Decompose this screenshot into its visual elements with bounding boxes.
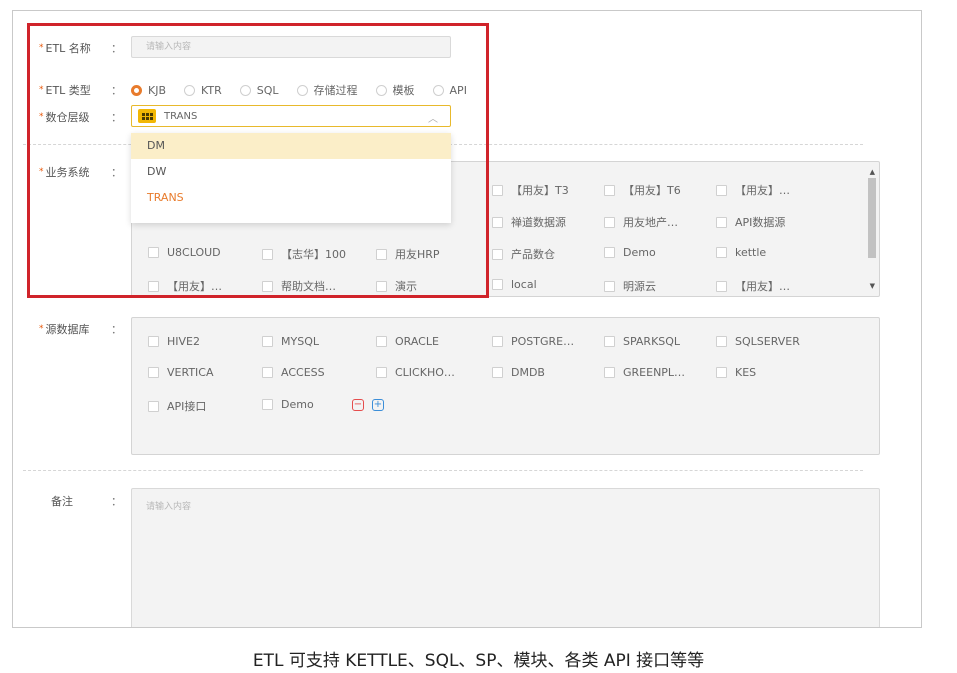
scroll-up-icon[interactable]: ▲ xyxy=(870,168,875,176)
remark-label: 备注 xyxy=(51,495,73,508)
checkbox-item[interactable]: Demo xyxy=(604,246,656,259)
checkbox-item[interactable]: DMDB xyxy=(492,366,545,379)
source-db-label: * 源数据库 xyxy=(39,323,90,336)
checkbox-item[interactable]: Demo xyxy=(262,398,314,411)
checkbox-item[interactable]: ORACLE xyxy=(376,335,439,348)
checkbox-icon xyxy=(716,336,727,347)
checkbox-icon xyxy=(492,184,503,196)
checkbox-icon xyxy=(604,336,615,347)
checkbox-icon xyxy=(376,336,387,347)
divider xyxy=(23,470,863,471)
checkbox-icon xyxy=(716,367,727,378)
checkbox-item[interactable]: 明源云 xyxy=(604,278,656,294)
highlight-box xyxy=(27,23,489,298)
checkbox-item[interactable]: 产品数仓 xyxy=(492,246,555,262)
checkbox-icon xyxy=(492,336,503,347)
checkbox-item[interactable]: SQLSERVER xyxy=(716,335,800,348)
checkbox-icon xyxy=(492,216,503,228)
checkbox-icon xyxy=(492,367,503,378)
checkbox-icon xyxy=(716,280,727,292)
checkbox-icon xyxy=(604,184,615,196)
checkbox-item[interactable]: SPARKSQL xyxy=(604,335,680,348)
checkbox-icon xyxy=(492,248,503,260)
checkbox-icon xyxy=(716,216,727,228)
scrollbar-thumb[interactable] xyxy=(868,178,876,258)
checkbox-item[interactable]: ACCESS xyxy=(262,366,325,379)
scroll-down-icon[interactable]: ▼ xyxy=(870,282,875,290)
checkbox-item[interactable]: 【用友】… xyxy=(716,278,790,294)
checkbox-icon xyxy=(148,336,159,347)
checkbox-item[interactable]: MYSQL xyxy=(262,335,319,348)
checkbox-item[interactable]: CLICKHO… xyxy=(376,366,455,379)
checkbox-item[interactable]: VERTICA xyxy=(148,366,214,379)
checkbox-icon xyxy=(604,216,615,228)
checkbox-icon xyxy=(262,367,273,378)
checkbox-icon xyxy=(148,400,159,412)
checkbox-icon xyxy=(716,247,727,258)
remove-icon[interactable]: − xyxy=(352,399,364,411)
checkbox-item[interactable]: API接口 xyxy=(148,398,206,414)
checkbox-icon xyxy=(604,367,615,378)
source-db-panel: HIVE2 MYSQL ORACLE POSTGRE… SPARKSQL SQL… xyxy=(131,317,880,455)
checkbox-item[interactable]: 【用友】T6 xyxy=(604,182,681,198)
checkbox-item[interactable]: 禅道数据源 xyxy=(492,214,566,230)
checkbox-icon xyxy=(148,367,159,378)
checkbox-icon xyxy=(716,184,727,196)
checkbox-item[interactable]: GREENPL… xyxy=(604,366,685,379)
colon: ： xyxy=(111,323,122,336)
checkbox-icon xyxy=(604,247,615,258)
remark-textarea[interactable]: 请输入内容 xyxy=(131,488,880,627)
checkbox-item[interactable]: 【用友】T3 xyxy=(492,182,569,198)
checkbox-icon xyxy=(262,336,273,347)
checkbox-item[interactable]: POSTGRE… xyxy=(492,335,574,348)
checkbox-item[interactable]: 用友地产… xyxy=(604,214,678,230)
add-icon[interactable]: + xyxy=(372,399,384,411)
checkbox-icon xyxy=(604,280,615,292)
checkbox-item[interactable]: local xyxy=(492,278,537,291)
checkbox-item[interactable]: 【用友】… xyxy=(716,182,790,198)
colon: ： xyxy=(111,495,122,508)
checkbox-item[interactable]: KES xyxy=(716,366,756,379)
checkbox-icon xyxy=(376,367,387,378)
checkbox-item[interactable]: kettle xyxy=(716,246,766,259)
checkbox-item[interactable]: API数据源 xyxy=(716,214,785,230)
checkbox-icon xyxy=(262,399,273,410)
caption-text: ETL 可支持 KETTLE、SQL、SP、模块、各类 API 接口等等 xyxy=(252,651,705,671)
checkbox-item[interactable]: HIVE2 xyxy=(148,335,200,348)
checkbox-icon xyxy=(492,279,503,290)
